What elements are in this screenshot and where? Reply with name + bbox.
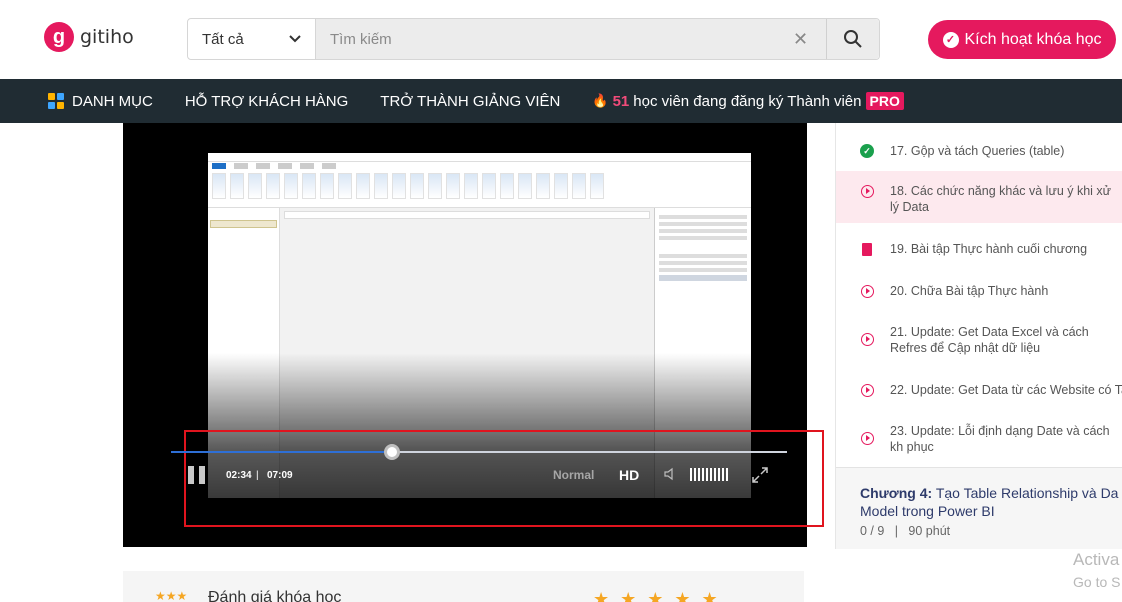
lesson-label: 23. Update: Lỗi định dạng Date và cách k…	[890, 424, 1110, 454]
category-grid-icon	[48, 93, 64, 109]
lesson-item-23[interactable]: 23. Update: Lỗi định dạng Date và cách k…	[836, 423, 1122, 455]
lesson-label: 22. Update: Get Data từ các Website có T…	[890, 383, 1122, 397]
rating-stars[interactable]: ★★★★★	[593, 589, 729, 602]
pause-button[interactable]	[188, 466, 208, 486]
site-header: g gitiho Tất cả ✕ ✓ Kích hoạt khóa học	[0, 0, 1122, 79]
logo-text: gitiho	[80, 26, 134, 48]
play-circle-icon	[860, 284, 874, 298]
lesson-sidebar: ✓ 17. Gộp và tách Queries (table) 18. Cá…	[835, 123, 1122, 549]
lesson-item-18[interactable]: 18. Các chức năng khác và lưu ý khi xử l…	[836, 171, 1122, 223]
pause-icon	[188, 466, 194, 484]
lesson-label: 19. Bài tập Thực hành cuối chương	[890, 242, 1088, 256]
check-circle-icon: ✓	[942, 31, 959, 48]
activate-course-label: Kích hoạt khóa học	[964, 30, 1102, 48]
pro-promo[interactable]: 🔥 51 học viên đang đăng ký Thành viên PR…	[592, 92, 904, 110]
chapter-separator: |	[894, 524, 898, 538]
chevron-down-icon	[289, 35, 301, 43]
total-time: 07:09	[267, 470, 293, 481]
check-circle-icon: ✓	[860, 144, 874, 158]
clear-icon[interactable]: ✕	[775, 19, 827, 59]
search-icon	[844, 30, 862, 48]
logo-mark-icon: g	[44, 22, 74, 52]
course-rating-card: ★★★ Đánh giá khóa học ★★★★★	[123, 571, 804, 602]
lesson-label: 21. Update: Get Data Excel và cách Refre…	[890, 325, 1089, 355]
current-time: 02:34	[226, 470, 252, 481]
nav-support[interactable]: HỖ TRỢ KHÁCH HÀNG	[185, 93, 348, 110]
lesson-item-17[interactable]: ✓ 17. Gộp và tách Queries (table)	[836, 143, 1122, 159]
lesson-label: 18. Các chức năng khác và lưu ý khi xử l…	[890, 184, 1112, 214]
gitiho-logo[interactable]: g gitiho	[44, 22, 134, 52]
lesson-item-22[interactable]: 22. Update: Get Data từ các Website có T…	[836, 382, 1122, 398]
lesson-item-19[interactable]: 19. Bài tập Thực hành cuối chương	[836, 241, 1122, 257]
nav-become-instructor[interactable]: TRỞ THÀNH GIẢNG VIÊN	[380, 93, 560, 110]
play-circle-icon	[860, 332, 874, 346]
nav-item-label: DANH MỤC	[72, 92, 153, 110]
fire-icon: 🔥	[592, 93, 609, 108]
fullscreen-icon[interactable]	[752, 467, 768, 483]
nav-item-label: HỖ TRỢ KHÁCH HÀNG	[184, 92, 349, 110]
play-circle-icon	[860, 383, 874, 397]
book-icon	[862, 242, 872, 256]
play-circle-icon	[860, 184, 874, 198]
windows-activation-watermark: Activa Go to S	[1073, 549, 1120, 593]
nav-danh-muc[interactable]: DANH MỤC	[48, 93, 153, 110]
rating-stars-icon: ★★★	[155, 589, 188, 602]
search-category-label: Tất cả	[202, 30, 244, 48]
search-bar: Tất cả ✕	[187, 18, 880, 60]
lesson-label: 20. Chữa Bài tập Thực hành	[890, 284, 1049, 298]
search-button[interactable]	[827, 19, 879, 59]
progress-bar[interactable]	[171, 444, 787, 460]
lesson-item-20[interactable]: 20. Chữa Bài tập Thực hành	[836, 283, 1122, 299]
quality-button[interactable]: HD	[619, 467, 639, 483]
time-separator: |	[256, 470, 259, 481]
chapter-duration: 90 phút	[908, 524, 951, 538]
search-input[interactable]	[316, 19, 775, 59]
chapter-4-header[interactable]: Chương 4: Tạo Table Relationship và Da M…	[836, 467, 1122, 549]
main-nav: DANH MỤC HỖ TRỢ KHÁCH HÀNG TRỞ THÀNH GIẢ…	[0, 79, 1122, 123]
rating-title: Đánh giá khóa học	[208, 589, 342, 602]
lesson-item-21[interactable]: 21. Update: Get Data Excel và cách Refre…	[836, 324, 1122, 356]
progress-fill	[171, 451, 392, 453]
play-circle-icon	[860, 431, 874, 445]
lesson-label: 17. Gộp và tách Queries (table)	[890, 144, 1065, 158]
watermark-line2: Go to S	[1073, 574, 1121, 590]
playback-speed-button[interactable]: Normal	[553, 468, 594, 482]
progress-handle[interactable]	[383, 444, 400, 460]
volume-icon[interactable]	[664, 467, 678, 481]
promo-text: học viên đang đăng ký Thành viên	[633, 92, 862, 110]
search-category-select[interactable]: Tất cả	[188, 19, 316, 59]
volume-slider[interactable]	[690, 468, 728, 481]
watermark-line1: Activa	[1073, 550, 1120, 569]
chapter-progress: 0 / 9	[860, 524, 885, 538]
promo-count: 51	[612, 92, 630, 110]
nav-item-label: TRỞ THÀNH GIẢNG VIÊN	[380, 92, 561, 110]
pro-badge: PRO	[865, 92, 904, 110]
activate-course-button[interactable]: ✓ Kích hoạt khóa học	[928, 20, 1116, 59]
chapter-title: Chương 4: Tạo Table Relationship và Da M…	[860, 484, 1122, 520]
chapter-meta: 0 / 9 | 90 phút	[860, 524, 1122, 538]
chapter-prefix: Chương 4:	[860, 485, 933, 501]
